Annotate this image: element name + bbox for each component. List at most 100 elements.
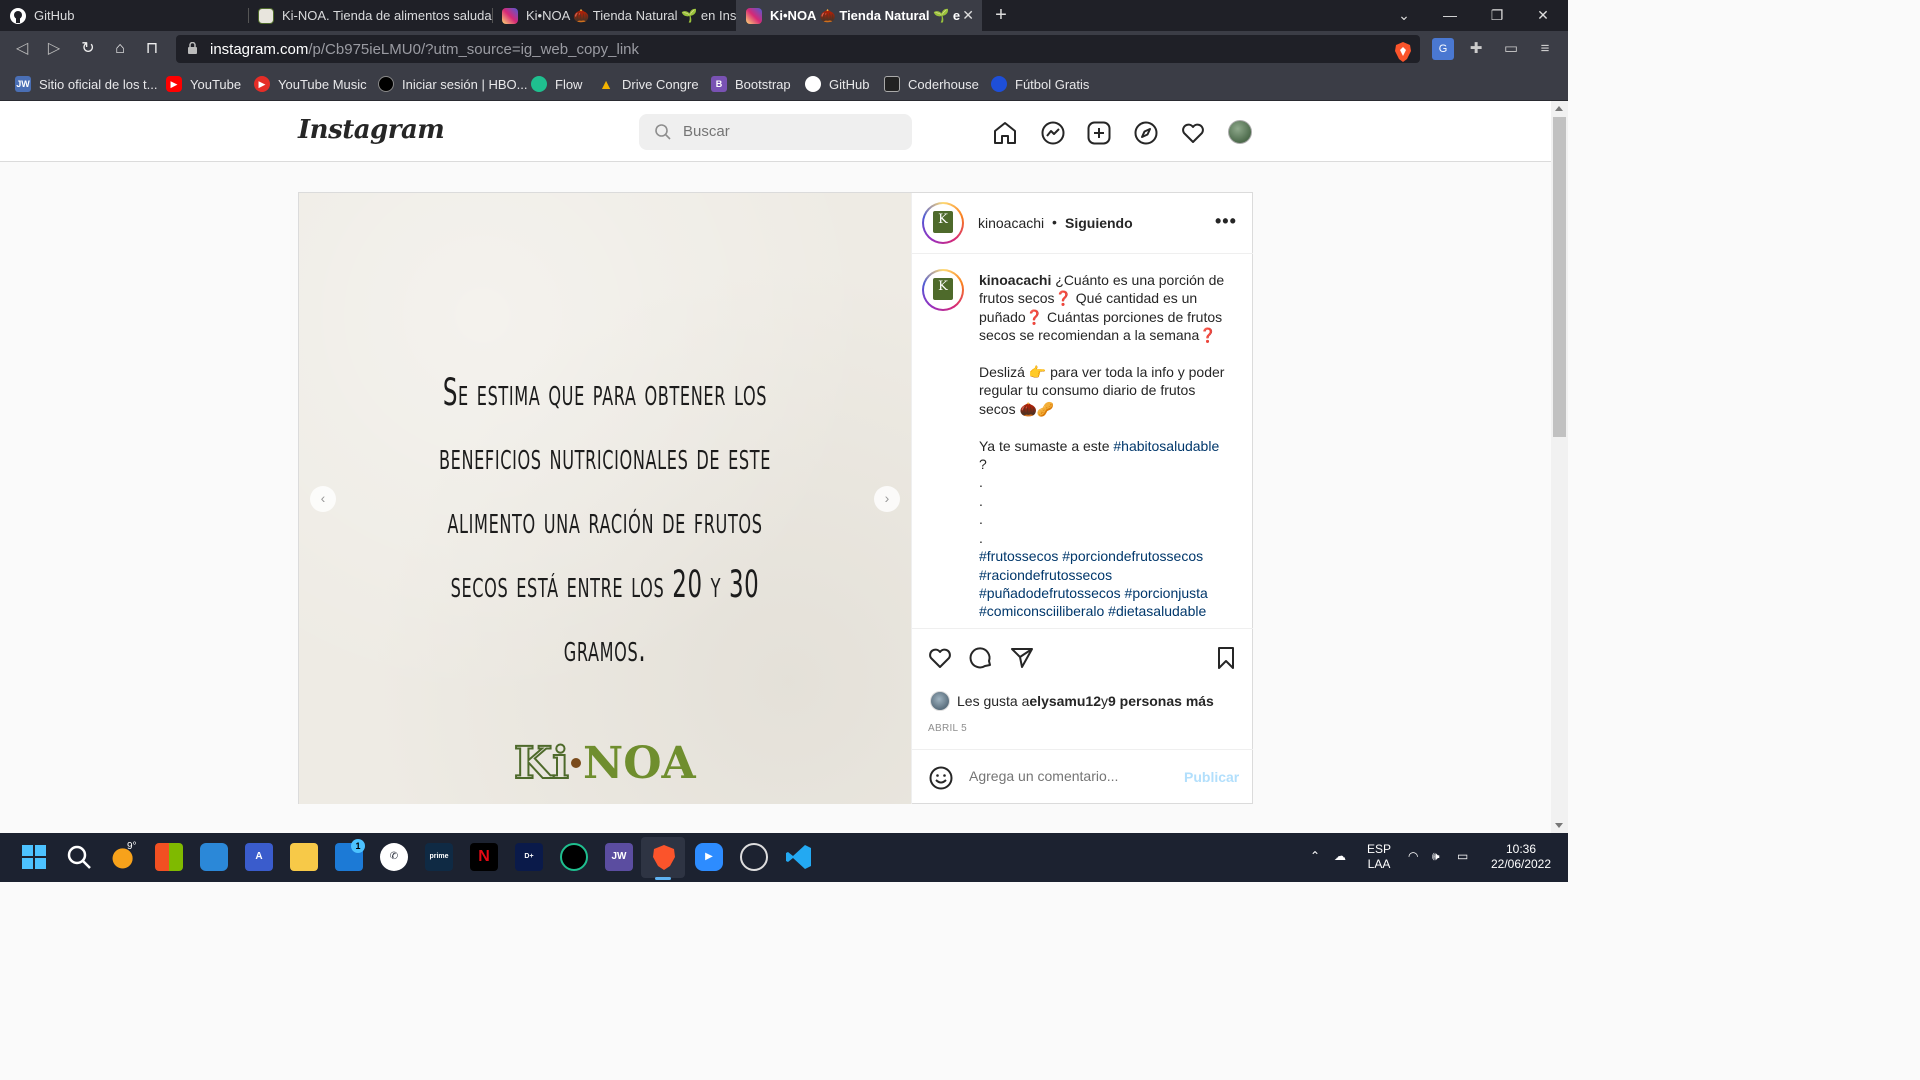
messenger-icon[interactable] (1040, 120, 1066, 146)
app-sync-icon[interactable] (200, 843, 228, 871)
address-bar[interactable]: instagram.com/p/Cb975ieLMU0/?utm_source=… (176, 35, 1420, 63)
following-button[interactable]: Siguiendo (1065, 215, 1133, 231)
home-icon[interactable]: ⌂ (108, 37, 132, 61)
new-tab-icon[interactable]: + (990, 4, 1012, 26)
page-scrollbar[interactable] (1551, 101, 1568, 833)
google-drive-icon: ▲ (599, 76, 613, 92)
bookmark-label: GitHub (829, 76, 870, 92)
disney-plus-icon[interactable]: D+ (515, 843, 543, 871)
tab-bar: GitHub Ki-NOA. Tienda de alimentos salud… (0, 0, 1568, 31)
forward-icon[interactable]: ▷ (42, 37, 66, 61)
zoom-icon[interactable]: ▶ (695, 843, 723, 871)
youtube-icon: ▶ (166, 76, 182, 92)
scroll-thumb[interactable] (1553, 117, 1566, 437)
bookmark-hbo[interactable]: Iniciar sesión | HBO... (378, 74, 527, 94)
tray-chevron-icon[interactable]: ⌃ (1310, 849, 1320, 864)
close-tab-icon[interactable]: ✕ (962, 7, 974, 24)
clock-date: 22/06/2022 (1490, 857, 1552, 871)
bookmark-youtube[interactable]: ▶ YouTube (166, 74, 241, 94)
carousel-prev-icon[interactable]: ‹ (310, 486, 336, 512)
hashtag-links[interactable]: #frutossecos #porciondefrutossecos #raci… (979, 548, 1208, 619)
menu-icon[interactable]: ≡ (1534, 38, 1556, 60)
hashtag-link[interactable]: #habitosaludable (1113, 438, 1219, 454)
profile-avatar[interactable] (1228, 120, 1252, 144)
account-avatar[interactable]: K (922, 202, 964, 244)
new-post-icon[interactable] (1086, 120, 1112, 146)
home-icon[interactable] (992, 120, 1018, 146)
carousel-next-icon[interactable]: › (874, 486, 900, 512)
translate-icon[interactable]: G (1432, 38, 1454, 60)
tab-kinoa-site[interactable]: Ki-NOA. Tienda de alimentos saludabl (248, 0, 492, 31)
post-username[interactable]: kinoacachi (978, 215, 1044, 231)
liker-username[interactable]: elysamu12 (1029, 693, 1101, 709)
bookmark-coderhouse[interactable]: Coderhouse (884, 74, 979, 94)
wallet-icon[interactable]: ▭ (1500, 38, 1522, 60)
active-indicator (655, 877, 671, 880)
more-options-icon[interactable]: ••• (1215, 209, 1236, 233)
windows-taskbar: 9° A 1 ✆ prime N D+ JW ▶ ⌃ ☁ ESP LAA ◠ 🕪… (0, 833, 1568, 882)
comment-icon[interactable] (968, 645, 994, 671)
reload-icon[interactable]: ↻ (76, 37, 100, 61)
volume-icon[interactable]: 🕪 (1432, 849, 1440, 864)
emoji-icon[interactable] (928, 765, 954, 791)
tab-instagram-1[interactable]: Ki•NOA 🌰 Tienda Natural 🌱 en Inst (492, 0, 736, 31)
caption-avatar[interactable]: K (922, 269, 964, 311)
jw-app-icon[interactable]: JW (605, 843, 633, 871)
search-box[interactable] (639, 114, 912, 150)
search-input[interactable] (683, 123, 893, 140)
bookmark-page-icon[interactable]: ⊓ (140, 37, 164, 61)
back-icon[interactable]: ◁ (10, 37, 34, 61)
scroll-up-icon[interactable] (1555, 106, 1563, 111)
post-date[interactable]: ABRIL 5 (928, 723, 967, 734)
save-bookmark-icon[interactable] (1213, 645, 1239, 671)
caption-username[interactable]: kinoacachi (979, 272, 1051, 288)
clock[interactable]: 10:36 22/06/2022 (1484, 842, 1558, 872)
obs-icon[interactable] (740, 843, 768, 871)
search-icon[interactable] (65, 843, 93, 871)
bookmark-jw[interactable]: JW Sitio oficial de los t... (15, 74, 158, 94)
cloud-sync-icon[interactable]: ☁ (1334, 849, 1346, 864)
scroll-down-icon[interactable] (1555, 823, 1563, 828)
instagram-logo[interactable]: Instagram (298, 115, 445, 145)
like-heart-icon[interactable] (927, 645, 953, 671)
publish-button[interactable]: Publicar (1184, 769, 1239, 785)
brave-shields-icon[interactable] (1394, 42, 1412, 62)
battery-icon[interactable]: ▭ (1457, 849, 1468, 864)
extensions-icon[interactable]: ✚ (1465, 38, 1487, 60)
hbo-icon (378, 76, 394, 92)
activity-heart-icon[interactable] (1180, 120, 1206, 146)
vscode-icon[interactable] (785, 843, 813, 871)
windows-start-icon[interactable] (20, 843, 48, 871)
restore-icon[interactable]: ❐ (1474, 0, 1520, 31)
brave-browser-icon[interactable] (650, 843, 678, 871)
explore-icon[interactable] (1133, 120, 1159, 146)
lock-icon (188, 42, 197, 54)
tab-list-chevron-icon[interactable]: ⌄ (1381, 0, 1427, 31)
liker-avatar[interactable] (930, 691, 950, 711)
netflix-icon[interactable]: N (470, 843, 498, 871)
bookmark-drive[interactable]: ▲ Drive Congre (598, 74, 699, 94)
github-icon (10, 7, 26, 24)
microsoft-store-icon[interactable] (155, 843, 183, 871)
bookmark-github[interactable]: GitHub (805, 74, 869, 94)
bookmark-youtube-music[interactable]: ▶ YouTube Music (254, 74, 367, 94)
tab-instagram-active[interactable]: Ki•NOA 🌰 Tienda Natural 🌱 en ✕ (736, 0, 982, 31)
tab-github[interactable]: GitHub (0, 0, 248, 31)
wifi-icon[interactable]: ◠ (1408, 849, 1418, 864)
flow-app-icon[interactable] (560, 843, 588, 871)
language-indicator[interactable]: ESP LAA (1364, 842, 1394, 872)
comment-input[interactable] (969, 768, 1169, 784)
app-editor-icon[interactable]: A (245, 843, 273, 871)
post-sidebar: K kinoacachi • Siguiendo ••• K kinoacach… (911, 193, 1253, 804)
share-icon[interactable] (1009, 645, 1035, 671)
whatsapp-icon[interactable]: ✆ (380, 843, 408, 871)
bookmark-flow[interactable]: Flow (531, 74, 582, 94)
prime-video-icon[interactable]: prime (425, 843, 453, 871)
bookmark-bootstrap[interactable]: B Bootstrap (711, 74, 791, 94)
file-explorer-icon[interactable] (290, 843, 318, 871)
minimize-icon[interactable]: — (1427, 0, 1473, 31)
bookmark-futbol[interactable]: Fútbol Gratis (991, 74, 1089, 94)
close-window-icon[interactable]: ✕ (1520, 0, 1566, 31)
likes-others-link[interactable]: 9 personas más (1108, 693, 1214, 709)
bookmark-label: Iniciar sesión | HBO... (402, 76, 528, 92)
